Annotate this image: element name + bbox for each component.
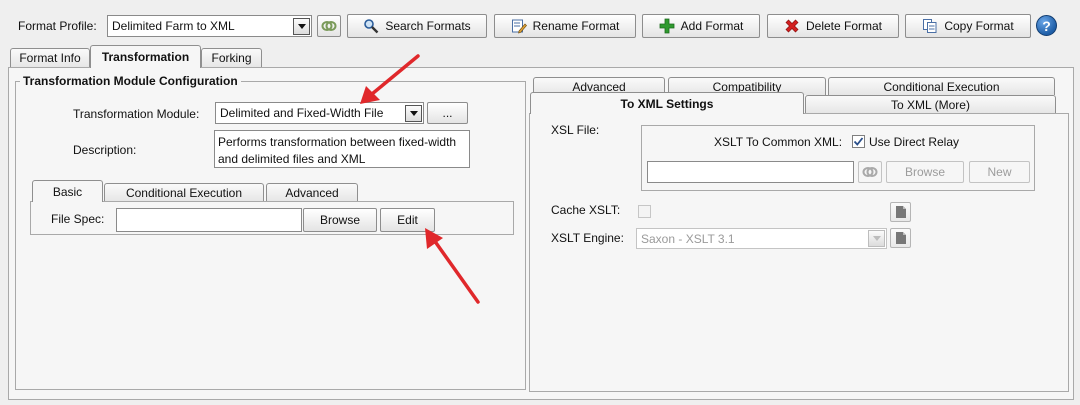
tab-to-xml-settings-label: To XML Settings: [620, 96, 714, 111]
xsl-file-label: XSL File:: [551, 123, 600, 137]
add-format-label: Add Format: [680, 19, 744, 33]
module-settings-button[interactable]: ...: [427, 102, 468, 124]
delete-icon: [784, 18, 800, 34]
edit-label: Edit: [397, 213, 418, 227]
search-formats-label: Search Formats: [385, 19, 471, 33]
xslt-engine-value: Saxon - XSLT 3.1: [641, 231, 735, 246]
tab-forking-label: Forking: [211, 51, 252, 65]
xsl-link-button[interactable]: [858, 161, 882, 183]
browse-label: Browse: [319, 213, 360, 227]
subtab-advanced-label: Advanced: [285, 185, 339, 200]
xslt-engine-select[interactable]: Saxon - XSLT 3.1: [636, 228, 887, 249]
description-line-2: and delimited files and XML: [218, 152, 366, 166]
description-line-1: Performs transformation between fixed-wi…: [218, 135, 457, 149]
copy-format-button[interactable]: Copy Format: [905, 14, 1031, 38]
file-spec-input[interactable]: [116, 208, 302, 232]
copy-icon: [922, 18, 938, 34]
format-profile-label: Format Profile:: [18, 19, 97, 33]
xslt-common-label: XSLT To Common XML:: [714, 135, 843, 149]
tab-transformation-label: Transformation: [101, 50, 190, 64]
subtab-conditional-execution[interactable]: Conditional Execution: [104, 183, 264, 201]
chevron-down-icon[interactable]: [868, 230, 885, 247]
link-icon: [321, 18, 337, 34]
transformation-module-label: Transformation Module:: [73, 107, 200, 121]
xsl-browse-button[interactable]: Browse: [886, 161, 964, 183]
description-label: Description:: [73, 143, 137, 157]
xsl-new-button[interactable]: New: [969, 161, 1030, 183]
transformation-module-value: Delimited and Fixed-Width File: [220, 106, 384, 120]
tab-format-info-label: Format Info: [19, 51, 81, 65]
rename-format-label: Rename Format: [532, 19, 620, 33]
xslt-engine-doc-button[interactable]: [890, 228, 911, 248]
document-icon: [895, 232, 906, 244]
file-spec-edit-button[interactable]: Edit: [380, 208, 435, 232]
xsl-path-input[interactable]: [647, 161, 854, 183]
help-icon[interactable]: ?: [1036, 15, 1057, 36]
transformation-module-select[interactable]: Delimited and Fixed-Width File: [215, 102, 424, 124]
cache-xslt-label: Cache XSLT:: [551, 203, 621, 217]
copy-format-label: Copy Format: [944, 19, 1014, 33]
cache-xslt-doc-button[interactable]: [890, 202, 911, 222]
checkmark-icon: [853, 137, 864, 146]
xslt-engine-label: XSLT Engine:: [551, 231, 624, 245]
ellipsis-label: ...: [442, 106, 453, 120]
delete-format-button[interactable]: Delete Format: [767, 14, 899, 38]
xsl-browse-label: Browse: [904, 165, 945, 179]
use-direct-relay-checkbox[interactable]: [852, 135, 865, 148]
chevron-down-icon[interactable]: [405, 104, 422, 122]
format-profile-select[interactable]: Delimited Farm to XML: [107, 15, 312, 37]
tab-format-info[interactable]: Format Info: [10, 48, 90, 67]
description-textarea[interactable]: Performs transformation between fixed-wi…: [214, 130, 470, 168]
file-spec-browse-button[interactable]: Browse: [303, 208, 377, 232]
tab-conditional-execution-label: Conditional Execution: [883, 80, 1000, 94]
search-icon: [363, 18, 379, 34]
rename-format-button[interactable]: Rename Format: [494, 14, 636, 38]
group-title: Transformation Module Configuration: [20, 74, 241, 88]
document-icon: [895, 206, 906, 218]
tab-to-xml-settings[interactable]: To XML Settings: [530, 92, 804, 114]
plus-icon: [659, 18, 675, 34]
tab-forking[interactable]: Forking: [201, 48, 262, 67]
transformation-module-group: [15, 81, 526, 390]
tab-conditional-execution[interactable]: Conditional Execution: [828, 77, 1055, 95]
format-profile-value: Delimited Farm to XML: [112, 19, 235, 33]
tab-transformation[interactable]: Transformation: [90, 45, 201, 68]
file-spec-label: File Spec:: [51, 212, 105, 226]
tab-to-xml-more[interactable]: To XML (More): [805, 95, 1056, 113]
link-profile-button[interactable]: [317, 15, 341, 37]
cache-xslt-checkbox[interactable]: [638, 205, 651, 218]
rename-icon: [511, 18, 527, 34]
subtab-conditional-execution-label: Conditional Execution: [125, 185, 243, 200]
subtab-basic-label: Basic: [52, 184, 83, 199]
tab-to-xml-more-label: To XML (More): [891, 97, 970, 112]
use-direct-relay-label: Use Direct Relay: [869, 135, 960, 149]
delete-format-label: Delete Format: [805, 19, 883, 33]
subtab-basic[interactable]: Basic: [32, 180, 103, 202]
help-glyph: ?: [1042, 17, 1051, 34]
add-format-button[interactable]: Add Format: [642, 14, 760, 38]
subtab-advanced[interactable]: Advanced: [266, 183, 358, 201]
xsl-new-label: New: [987, 165, 1012, 179]
search-formats-button[interactable]: Search Formats: [347, 14, 487, 38]
link-icon: [862, 164, 878, 180]
chevron-down-icon[interactable]: [293, 17, 310, 35]
